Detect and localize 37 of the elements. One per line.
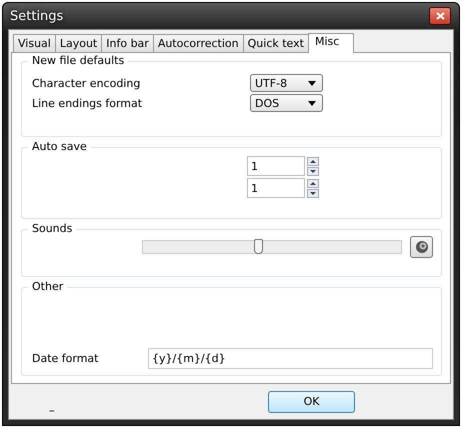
- slider-thumb[interactable]: [254, 239, 264, 254]
- group-title: New file defaults: [28, 54, 128, 67]
- speaker-icon: [414, 240, 429, 254]
- play-sound-button[interactable]: [410, 236, 433, 258]
- volume-slider[interactable]: [142, 240, 402, 254]
- caret-down-icon: [309, 168, 317, 174]
- caret-icon: [308, 80, 316, 86]
- close-icon: [436, 12, 444, 20]
- ok-button[interactable]: OK: [268, 390, 355, 412]
- spin-down-button[interactable]: [307, 166, 319, 176]
- spin-down-button[interactable]: [307, 188, 319, 198]
- status-text: –: [49, 404, 54, 417]
- number-field[interactable]: 1: [247, 178, 305, 198]
- field-label: Line endings format: [32, 96, 142, 110]
- caret-up-icon: [309, 180, 317, 186]
- dropdown[interactable]: UTF-8: [250, 74, 323, 92]
- tab[interactable]: Autocorrection: [152, 34, 244, 52]
- close-button[interactable]: [429, 7, 451, 25]
- tab[interactable]: Info bar: [101, 34, 154, 52]
- tab[interactable]: Visual: [13, 34, 56, 52]
- caret-icon: [308, 100, 316, 106]
- caret-up-icon: [309, 158, 317, 164]
- group-title: Sounds: [28, 222, 76, 235]
- group-title: Other: [28, 280, 68, 293]
- tab[interactable]: Layout: [54, 34, 102, 52]
- tab[interactable]: Misc: [308, 33, 354, 53]
- caret-down-icon: [309, 190, 317, 196]
- field-label: Character encoding: [32, 76, 140, 90]
- date-format-field[interactable]: {y}/{m}/{d}: [148, 348, 433, 369]
- dropdown[interactable]: DOS: [250, 94, 323, 112]
- spin-up-button[interactable]: [307, 178, 319, 188]
- number-field[interactable]: 1: [247, 156, 305, 176]
- field-label: Date format: [32, 352, 100, 365]
- window-title: Settings: [9, 8, 64, 24]
- tab[interactable]: Quick text: [242, 34, 309, 52]
- group-title: Auto save: [28, 140, 91, 153]
- spin-up-button[interactable]: [307, 156, 319, 166]
